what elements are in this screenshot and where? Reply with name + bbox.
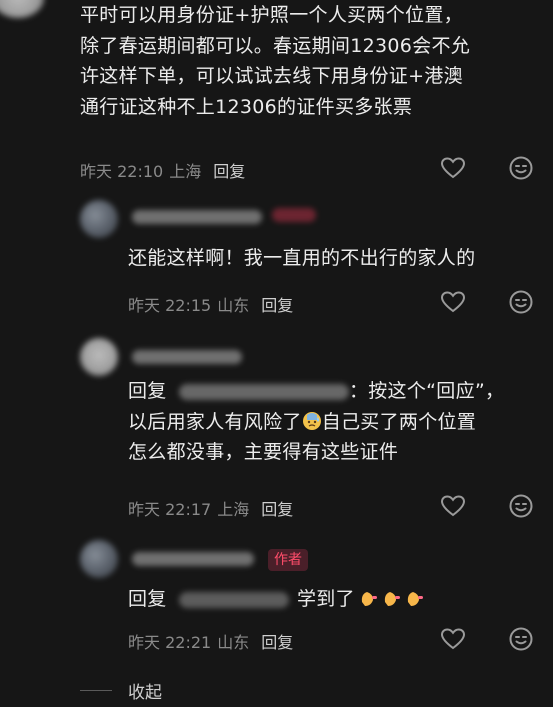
- comment-text: 回复 ：按这个“回应”， 以后用家人有风险了 自己买了两个位置 怎么都没事，主要得…: [128, 376, 553, 468]
- avatar[interactable]: [80, 540, 118, 578]
- comment-text: 回复 学到了: [128, 584, 553, 618]
- reply-button[interactable]: 回复: [261, 633, 293, 652]
- reply-button[interactable]: 回复: [261, 296, 293, 315]
- comment-emoji-icon[interactable]: [508, 493, 534, 519]
- comment-time: 昨天 22:10: [80, 162, 164, 181]
- comment-line: 怎么都没事，主要得有这些证件: [128, 441, 399, 463]
- heart-icon[interactable]: [440, 155, 466, 181]
- cold-sweat-emoji: [302, 410, 322, 430]
- heart-icon[interactable]: [440, 493, 466, 519]
- comment-meta: 昨天 22:21 山东 回复: [128, 629, 293, 653]
- quote-text: ：按这个“回应”，: [348, 380, 505, 402]
- comment-line: 以后用家人有风险了 自己买了两个位置: [128, 407, 553, 438]
- comment-text: 平时可以用身份证+护照一个人买两个位置， 除了春运期间都可以。春运期间12306…: [80, 0, 550, 122]
- comment-emoji-icon[interactable]: [508, 626, 534, 652]
- username[interactable]: [132, 552, 254, 566]
- comment-time: 昨天 22:17: [128, 500, 212, 519]
- comment-location: 山东: [217, 296, 250, 315]
- comment-text: 还能这样啊！我一直用的不出行的家人的: [128, 247, 476, 269]
- username[interactable]: [132, 210, 262, 224]
- comment-fragment: 以后用家人有风险了: [128, 410, 302, 433]
- comment-meta: 昨天 22:10 上海 回复: [80, 158, 245, 182]
- quoted-username[interactable]: [178, 383, 349, 400]
- comment-meta: 昨天 22:15 山东 回复: [128, 292, 293, 316]
- comment-location: 山东: [217, 633, 250, 652]
- reply-button[interactable]: 回复: [261, 500, 293, 519]
- comment-line: 通行证这种不上12306的证件买多张票: [80, 95, 413, 118]
- avatar[interactable]: [80, 200, 118, 238]
- avatar[interactable]: [0, 0, 44, 18]
- heart-icon[interactable]: [440, 626, 466, 652]
- reply-prefix: 回复: [128, 588, 167, 610]
- reply-prefix: 回复: [128, 380, 167, 402]
- heart-icon[interactable]: [440, 289, 466, 315]
- comment-location: 上海: [217, 500, 250, 519]
- quoted-username[interactable]: [178, 591, 289, 608]
- clapping-hands-emoji: [359, 587, 429, 618]
- reply-button[interactable]: 回复: [213, 162, 245, 181]
- avatar[interactable]: [80, 338, 118, 376]
- author-badge: 作者: [268, 549, 308, 571]
- comment-emoji-icon[interactable]: [508, 289, 534, 315]
- comment-location: 上海: [169, 162, 202, 181]
- comment-line: 许这样下单，可以试试去线下用身份证+港澳: [80, 65, 463, 87]
- comment-line: 回复 ：按这个“回应”，: [128, 376, 553, 407]
- comment-fragment: 自己买了两个位置: [321, 410, 477, 433]
- comment-meta: 昨天 22:17 上海 回复: [128, 496, 293, 520]
- comment-emoji-icon[interactable]: [508, 155, 534, 181]
- collapse-button[interactable]: 收起: [128, 678, 162, 703]
- comment-fragment: 学到了: [296, 588, 355, 610]
- comment-line: 除了春运期间都可以。春运期间12306会不允: [80, 34, 471, 57]
- username-badge: [272, 208, 316, 222]
- comment-time: 昨天 22:15: [128, 296, 212, 315]
- username[interactable]: [132, 350, 242, 364]
- comment-line: 平时可以用身份证+护照一个人买两个位置，: [80, 4, 463, 26]
- comment-time: 昨天 22:21: [128, 633, 212, 652]
- collapse-divider: [80, 690, 112, 691]
